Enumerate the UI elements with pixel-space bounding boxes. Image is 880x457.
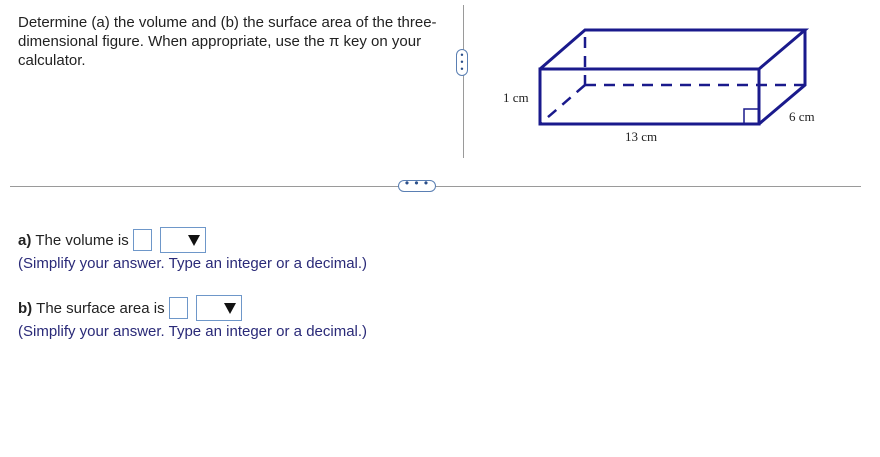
height-label: 1 cm <box>503 90 529 105</box>
volume-answer-input[interactable] <box>132 229 152 251</box>
right-angle-marker <box>743 108 760 125</box>
volume-unit-select[interactable] <box>159 227 206 253</box>
prism-edges <box>538 28 810 126</box>
part-a: a) The volume is (Simplify your answer. … <box>18 227 368 273</box>
length-label: 13 cm <box>625 129 657 144</box>
part-a-hint: (Simplify your answer. Type an integer o… <box>18 255 368 272</box>
part-a-prefix: a) <box>18 231 32 249</box>
horizontal-splitter-handle[interactable]: • • • <box>398 177 436 192</box>
surface-area-answer-input[interactable] <box>168 297 188 319</box>
more-options-icon: • • • <box>404 176 430 190</box>
part-b-hint: (Simplify your answer. Type an integer o… <box>18 323 368 340</box>
hidden-left-bottom-edge <box>539 84 586 125</box>
width-label: 6 cm <box>789 109 815 124</box>
vertical-splitter-handle[interactable]: • • • <box>456 49 468 76</box>
part-a-label: The volume is <box>35 231 129 249</box>
hidden-edges <box>539 37 805 125</box>
front-face <box>538 67 761 126</box>
prism-diagram: 1 cm 13 cm 6 cm <box>503 28 815 144</box>
dropdown-arrow-icon <box>187 235 200 246</box>
dropdown-arrow-icon <box>223 303 236 314</box>
part-b: b) The surface area is (Simplify your an… <box>18 295 368 341</box>
part-b-prefix: b) <box>18 299 33 317</box>
surface-area-unit-select[interactable] <box>195 295 242 321</box>
rectangular-prism-figure: 1 cm 13 cm 6 cm <box>495 15 830 155</box>
top-face-edges <box>539 28 810 71</box>
question-text: Determine (a) the volume and (b) the sur… <box>18 14 437 69</box>
part-b-label: The surface area is <box>36 299 165 317</box>
vertical-divider <box>463 5 464 158</box>
